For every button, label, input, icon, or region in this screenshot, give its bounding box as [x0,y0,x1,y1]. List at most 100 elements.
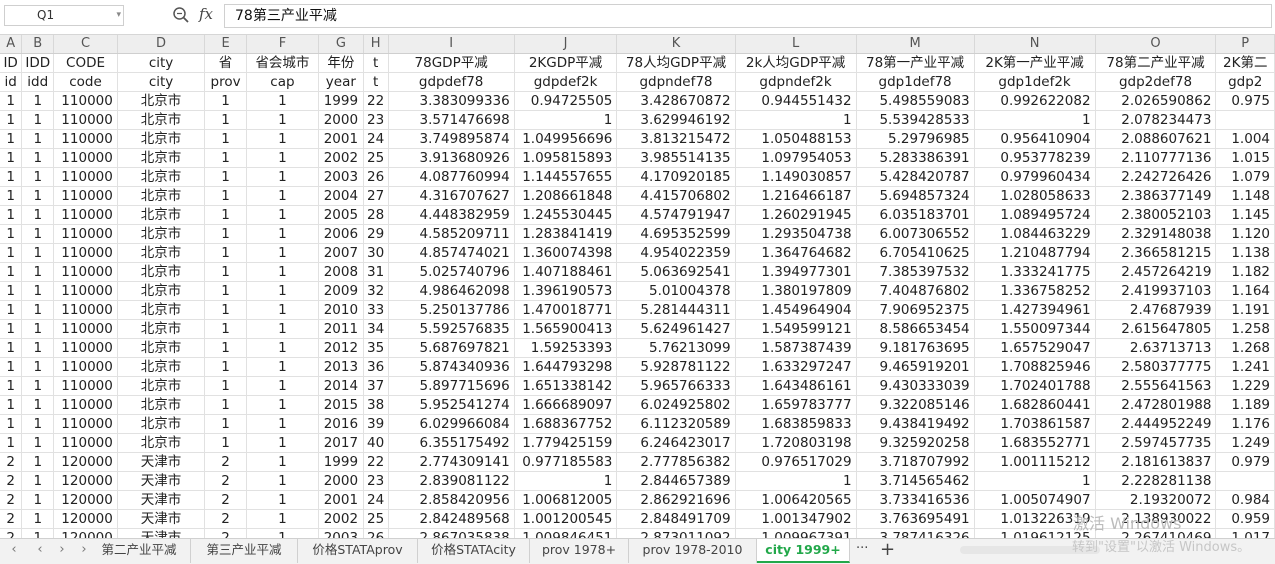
cell[interactable]: 4.986462098 [388,281,515,301]
cell[interactable]: 2 [204,471,247,491]
cell[interactable]: 1.427394961 [974,300,1096,320]
cell[interactable]: 32 [363,281,389,301]
cell[interactable]: 2.457264219 [1095,262,1217,282]
cell[interactable]: 9.438419492 [856,414,975,434]
cell[interactable]: 1 [0,243,23,263]
cell[interactable]: 2.858420956 [388,490,515,510]
column-header-b[interactable]: B [21,35,55,54]
cell[interactable]: 5.498559083 [856,91,975,111]
cell[interactable]: 2.63713713 [1095,338,1217,358]
cell[interactable]: 120000 [53,471,118,491]
cell[interactable]: 省会城市 [246,53,320,73]
formula-input[interactable]: 78第三产业平减 [224,4,1272,28]
cell[interactable]: 0.992622082 [974,91,1096,111]
cell[interactable]: 110000 [53,338,118,358]
cell[interactable]: 110000 [53,433,118,453]
cell[interactable]: 1 [246,300,320,320]
cell[interactable]: 0.959 [1215,509,1275,529]
cell[interactable]: 1.407188461 [514,262,618,282]
cell[interactable]: 北京市 [117,205,206,225]
cell[interactable]: 天津市 [117,528,206,538]
cell[interactable]: 4.087760994 [388,167,515,187]
fx-icon[interactable]: fx [199,5,213,23]
cell[interactable]: 22 [363,91,389,111]
cell[interactable]: 1.394977301 [735,262,857,282]
cell[interactable]: 23 [363,110,389,130]
cell[interactable]: 天津市 [117,471,206,491]
cell[interactable]: 1.208661848 [514,186,618,206]
cell[interactable]: 1 [246,262,320,282]
column-header-j[interactable]: J [514,35,618,54]
cell[interactable]: 1 [21,414,55,434]
cell[interactable]: 110000 [53,281,118,301]
cell[interactable]: 2013 [318,357,364,377]
cell[interactable]: 1.049956696 [514,129,618,149]
cell[interactable]: 4.170920185 [616,167,736,187]
cell[interactable]: 1 [246,414,320,434]
cell[interactable]: 2007 [318,243,364,263]
first-sheet-icon[interactable]: ‹ [6,542,22,557]
cell[interactable]: 1.182 [1215,262,1275,282]
cell[interactable]: 7.385397532 [856,262,975,282]
cell[interactable]: 1 [246,281,320,301]
cell[interactable]: 5.283386391 [856,148,975,168]
cell[interactable]: 6.007306552 [856,224,975,244]
cell[interactable]: 1.651338142 [514,376,618,396]
cell[interactable]: 2000 [318,471,364,491]
cell[interactable]: 31 [363,262,389,282]
cell[interactable]: 1.148 [1215,186,1275,206]
cell[interactable]: 7.906952375 [856,300,975,320]
cell[interactable]: 2015 [318,395,364,415]
cell[interactable]: 1.138 [1215,243,1275,263]
cell[interactable]: 1 [21,129,55,149]
cell[interactable]: 1.703861587 [974,414,1096,434]
cell[interactable]: 27 [363,186,389,206]
cell[interactable]: 1 [246,509,320,529]
cell[interactable]: 5.624961427 [616,319,736,339]
cell[interactable]: 1 [0,338,23,358]
cell[interactable]: 2002 [318,509,364,529]
cell[interactable]: 北京市 [117,91,206,111]
cell[interactable]: 2.842489568 [388,509,515,529]
cell[interactable]: 5.063692541 [616,262,736,282]
cell[interactable]: 0.979960434 [974,167,1096,187]
cell[interactable]: 1 [514,110,618,130]
cell[interactable]: 1 [0,129,23,149]
column-header-a[interactable]: A [0,35,23,54]
cell[interactable]: 1 [21,281,55,301]
cell[interactable]: 1.050488153 [735,129,857,149]
cell[interactable]: 2000 [318,110,364,130]
cell[interactable]: 1 [204,186,247,206]
cell[interactable]: 110000 [53,414,118,434]
cell[interactable]: gdpndef2k [735,72,857,92]
cell[interactable]: 1 [246,452,320,472]
cell[interactable]: 78第一产业平减 [856,53,975,73]
cell[interactable]: 1.006812005 [514,490,618,510]
cell[interactable]: 9.465919201 [856,357,975,377]
cell[interactable]: 1 [735,110,857,130]
cell[interactable]: 1999 [318,452,364,472]
cell[interactable]: 1 [246,528,320,538]
column-header-e[interactable]: E [204,35,247,54]
column-header-m[interactable]: M [856,35,975,54]
cell[interactable]: 1.009846451 [514,528,618,538]
cell[interactable]: 1 [21,471,55,491]
cell[interactable]: 1 [21,224,55,244]
column-header-i[interactable]: I [388,35,515,54]
cell[interactable]: 110000 [53,129,118,149]
cell[interactable]: 1 [246,319,320,339]
cell[interactable]: 1.565900413 [514,319,618,339]
cell[interactable]: 24 [363,129,389,149]
cell[interactable]: 5.76213099 [616,338,736,358]
cell[interactable]: 5.874340936 [388,357,515,377]
cell[interactable]: 3.813215472 [616,129,736,149]
cell[interactable]: 2016 [318,414,364,434]
cell[interactable]: 北京市 [117,338,206,358]
cell[interactable]: 110000 [53,110,118,130]
cell[interactable]: 1 [204,338,247,358]
sheet-tab[interactable]: city 1999+ [757,539,850,563]
cell[interactable]: 1.005074907 [974,490,1096,510]
cell[interactable]: 1 [0,281,23,301]
cell[interactable]: 0.977185583 [514,452,618,472]
cell[interactable]: 2.472801988 [1095,395,1217,415]
